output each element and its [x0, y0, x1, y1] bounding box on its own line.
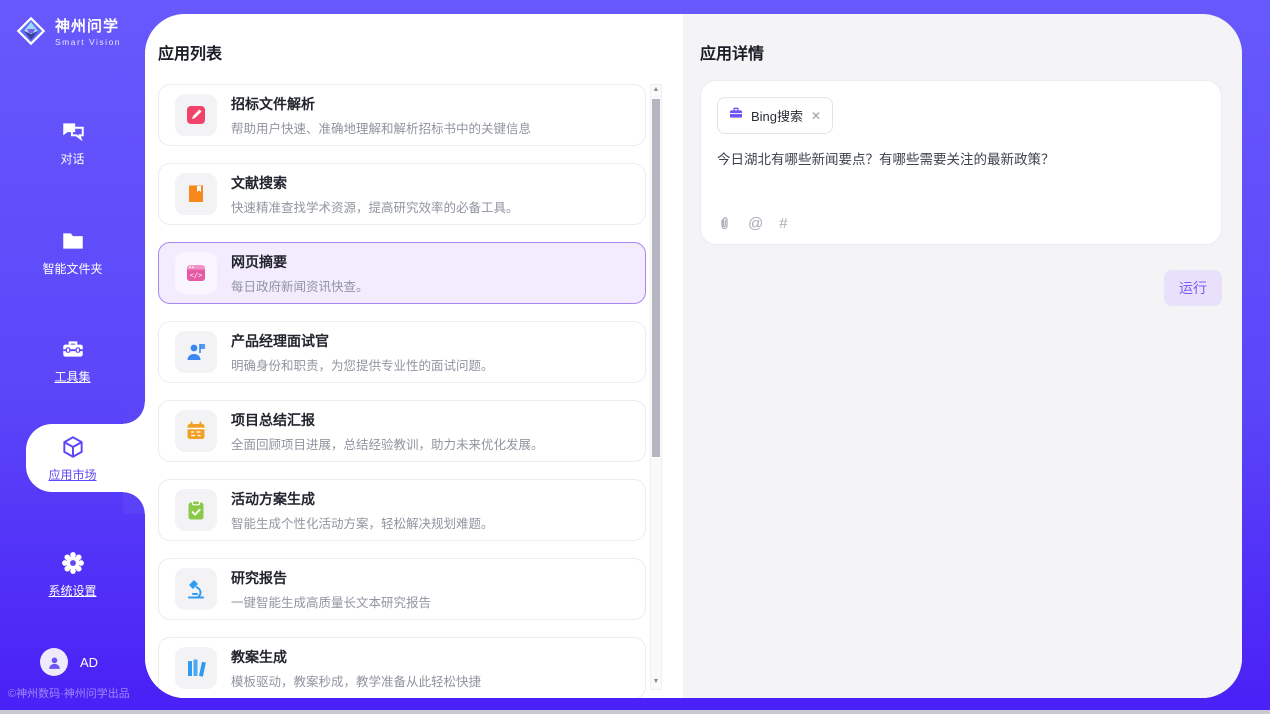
- interviewer-icon: [175, 331, 217, 373]
- run-row: 运行: [700, 270, 1222, 306]
- app-card-3[interactable]: 产品经理面试官 明确身份和职责，为您提供专业性的面试问题。: [158, 321, 646, 383]
- scroll-down-icon[interactable]: ▼: [653, 677, 660, 689]
- app-card-6[interactable]: 研究报告 一键智能生成高质量长文本研究报告: [158, 558, 646, 620]
- app-card-7[interactable]: 教案生成 模板驱动，教案秒成，教学准备从此轻松快捷: [158, 637, 646, 698]
- toolbox-icon: [60, 336, 86, 362]
- microscope-icon: [175, 568, 217, 610]
- app-card-title: 研究报告: [231, 568, 431, 588]
- sidebar-item-label: 应用市场: [48, 466, 96, 483]
- app-card-1[interactable]: 文献搜索 快速精准查找学术资源，提高研究效率的必备工具。: [158, 163, 646, 225]
- app-card-title: 教案生成: [231, 647, 481, 667]
- scrollbar-thumb[interactable]: [652, 99, 660, 457]
- run-button[interactable]: 运行: [1164, 270, 1222, 306]
- book-icon: [175, 173, 217, 215]
- app-card-title: 招标文件解析: [231, 94, 531, 114]
- sidebar-item-label: 智能文件夹: [42, 260, 102, 277]
- app-card-desc: 帮助用户快速、准确地理解和解析招标书中的关键信息: [231, 118, 531, 137]
- sidebar-item-label: 工具集: [54, 368, 90, 385]
- app-list-panel: 应用列表 招标文件解析 帮助用户快速、准确地理解和解析招标书中的关键信息 文献搜…: [145, 14, 683, 698]
- briefcase-icon: [728, 105, 744, 126]
- app-detail-title: 应用详情: [700, 40, 764, 64]
- calendar-icon: [175, 410, 217, 452]
- books-icon: [175, 647, 217, 689]
- sidebar-item-gear[interactable]: 系统设置: [0, 540, 145, 608]
- app-card-title: 网页摘要: [231, 252, 369, 272]
- brand: 神州问学 Smart Vision: [0, 14, 145, 48]
- prompt-toolbar: @ #: [717, 215, 788, 232]
- scroll-up-icon[interactable]: ▲: [653, 85, 660, 97]
- attachment-icon[interactable]: [717, 216, 732, 231]
- brand-name: 神州问学: [55, 15, 121, 36]
- copyright-text: ©神州数码·神州问学出品: [8, 685, 168, 701]
- user-avatar-icon: [40, 648, 68, 676]
- sidebar-item-label: 对话: [60, 150, 84, 167]
- pen-document-icon: [175, 94, 217, 136]
- scrollbar-track[interactable]: [651, 97, 661, 677]
- app-card-0[interactable]: 招标文件解析 帮助用户快速、准确地理解和解析招标书中的关键信息: [158, 84, 646, 146]
- app-detail-panel: 应用详情 Bing搜索 ✕ 今日湖北有哪些新闻要点？有哪些需要关注的最新政策？: [683, 14, 1242, 698]
- diamond-logo-icon: [14, 14, 48, 48]
- sidebar-item-chat[interactable]: 对话: [0, 108, 145, 176]
- app-card-title: 项目总结汇报: [231, 410, 544, 430]
- sidebar-item-label: 系统设置: [48, 582, 96, 599]
- app-list-title: 应用列表: [158, 40, 222, 64]
- folder-icon: [60, 228, 86, 254]
- close-icon[interactable]: ✕: [810, 109, 822, 123]
- user-name: AD: [80, 655, 98, 670]
- app-list-scrollbar[interactable]: ▲ ▼: [650, 84, 662, 690]
- sidebar-item-folder[interactable]: 智能文件夹: [0, 218, 145, 286]
- sidebar-item-toolbox[interactable]: 工具集: [0, 326, 145, 394]
- app-card-title: 活动方案生成: [231, 489, 494, 509]
- brand-subtitle: Smart Vision: [55, 37, 121, 47]
- tool-chip-label: Bing搜索: [751, 106, 803, 125]
- app-card-5[interactable]: 活动方案生成 智能生成个性化活动方案，轻松解决规划难题。: [158, 479, 646, 541]
- sidebar-item-cube[interactable]: 应用市场: [0, 424, 145, 492]
- app-card-desc: 一键智能生成高质量长文本研究报告: [231, 592, 431, 611]
- sidebar: 神州问学 Smart Vision 对话 智能文件夹 工具集 应用市场 系统设置…: [0, 0, 145, 714]
- app-card-list: 招标文件解析 帮助用户快速、准确地理解和解析招标书中的关键信息 文献搜索 快速精…: [158, 84, 646, 698]
- main-content: 应用列表 招标文件解析 帮助用户快速、准确地理解和解析招标书中的关键信息 文献搜…: [145, 14, 1242, 698]
- app-card-desc: 快速精准查找学术资源，提高研究效率的必备工具。: [231, 197, 519, 216]
- app-card-4[interactable]: 项目总结汇报 全面回顾项目进展，总结经验教训，助力未来优化发展。: [158, 400, 646, 462]
- prompt-text[interactable]: 今日湖北有哪些新闻要点？有哪些需要关注的最新政策？: [717, 150, 1205, 170]
- app-card-desc: 智能生成个性化活动方案，轻松解决规划难题。: [231, 513, 494, 532]
- app-card-title: 产品经理面试官: [231, 331, 494, 351]
- svg-text:</>: </>: [190, 272, 203, 280]
- user-row[interactable]: AD: [0, 648, 145, 676]
- screen-bottom-edge: [0, 710, 1270, 714]
- clipboard-check-icon: [175, 489, 217, 531]
- app-card-2[interactable]: </> 网页摘要 每日政府新闻资讯快查。: [158, 242, 646, 304]
- browser-code-icon: </>: [175, 252, 217, 294]
- chat-icon: [60, 118, 86, 144]
- app-card-desc: 每日政府新闻资讯快查。: [231, 276, 369, 295]
- cube-icon: [60, 434, 86, 460]
- hashtag-icon[interactable]: #: [779, 215, 787, 232]
- prompt-card: Bing搜索 ✕ 今日湖北有哪些新闻要点？有哪些需要关注的最新政策？ @ #: [700, 80, 1222, 245]
- app-card-desc: 模板驱动，教案秒成，教学准备从此轻松快捷: [231, 671, 481, 690]
- app-card-desc: 全面回顾项目进展，总结经验教训，助力未来优化发展。: [231, 434, 544, 453]
- mention-icon[interactable]: @: [748, 215, 763, 232]
- app-card-desc: 明确身份和职责，为您提供专业性的面试问题。: [231, 355, 494, 374]
- gear-icon: [60, 550, 86, 576]
- tool-chip-bing-search[interactable]: Bing搜索 ✕: [717, 97, 833, 134]
- app-card-title: 文献搜索: [231, 173, 519, 193]
